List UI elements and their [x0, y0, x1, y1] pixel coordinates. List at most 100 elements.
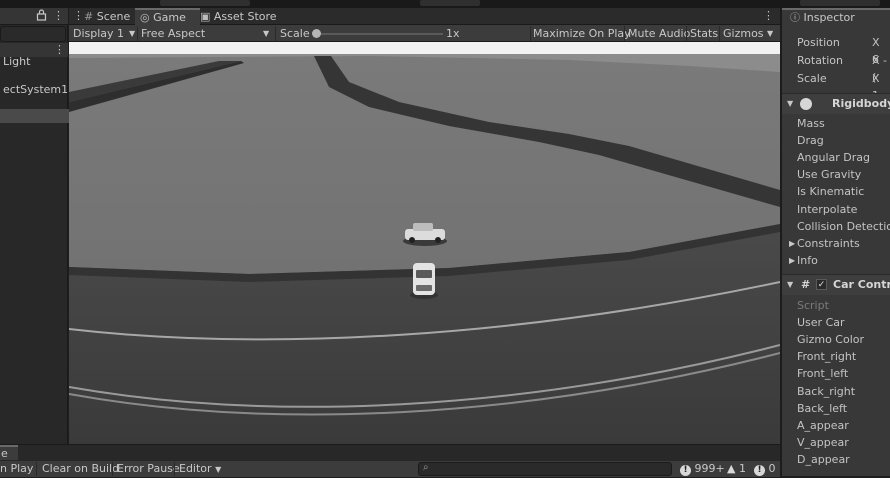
game-toolbar: Display 1 ▼ Free Aspect ▼ Scale 1x Maxim… — [69, 25, 780, 42]
car-control-prop: User Car — [797, 316, 845, 329]
view-tab-bar: ⋮ # Scene ◎ Game ▣ Asset Store ⋮ — [69, 8, 780, 27]
collapse-arrow-icon[interactable]: ▼ — [787, 275, 793, 295]
enabled-checkbox[interactable]: ✓ — [816, 279, 827, 290]
tab-inspector[interactable]: ⓘ Inspector — [782, 8, 890, 25]
component-title: Rigidbody — [832, 97, 890, 110]
tab-console[interactable]: e — [0, 445, 18, 460]
dropdown-arrow-icon[interactable]: ▼ — [767, 25, 773, 42]
toolbar-block — [160, 0, 250, 6]
transform-scale-label: Scale — [797, 72, 827, 85]
info-icon: ! — [680, 465, 691, 476]
rigidbody-prop: Mass — [797, 117, 825, 130]
editor-dropdown[interactable]: Editor ▼ — [179, 461, 221, 477]
bag-icon: ▣ — [200, 10, 211, 23]
console-search-input[interactable]: ⌕ — [418, 462, 672, 476]
toolbar-block — [800, 0, 880, 6]
car-control-prop: Gizmo Color — [797, 333, 865, 346]
collapse-arrow-icon[interactable]: ▼ — [787, 94, 793, 114]
rigidbody-prop: Drag — [797, 134, 824, 147]
search-icon: ⌕ — [423, 462, 429, 473]
tab-asset-store[interactable]: ▣ Asset Store — [195, 8, 284, 25]
hierarchy-item[interactable]: ectSystem1 — [0, 81, 71, 98]
rigidbody-prop: Interpolate — [797, 203, 858, 216]
car-control-prop: A_appear — [797, 419, 849, 432]
gizmos-toggle[interactable]: Gizmos — [723, 25, 764, 42]
dropdown-arrow-icon: ▼ — [263, 29, 270, 38]
rigidbody-prop: Is Kinematic — [797, 185, 865, 198]
toolbar-separator — [624, 26, 625, 41]
toolbar-separator — [530, 26, 531, 41]
display-value: Display 1 — [73, 27, 125, 40]
car-control-component-header[interactable]: ▼ # ✓ Car Control — [782, 274, 890, 295]
warning-icon: ▲ — [727, 462, 736, 475]
foldout-arrow-icon[interactable]: ▶ — [789, 252, 795, 269]
tab-label: Asset Store — [213, 10, 277, 23]
maximize-on-play-toggle[interactable]: Maximize On Play — [533, 25, 631, 42]
toolbar-separator — [174, 462, 175, 476]
component-title: Car Control — [833, 278, 890, 291]
console-toolbar: n Play Clear on Build Error Pause Editor… — [0, 461, 780, 477]
transform-position-value[interactable]: X 6 — [872, 34, 890, 66]
error-count-toggle[interactable]: ! 0 — [754, 461, 776, 477]
editor-label: Editor — [179, 462, 212, 475]
tab-label: Game — [153, 11, 186, 24]
car-player — [410, 263, 438, 299]
hierarchy-item[interactable]: Light — [0, 53, 71, 70]
hierarchy-item-selected[interactable] — [0, 109, 71, 123]
rigidbody-prop: Use Gravity — [797, 168, 862, 181]
rigidbody-prop: Angular Drag — [797, 151, 870, 164]
car-control-prop: Back_left — [797, 402, 848, 415]
hierarchy-item-label: ectSystem1 — [3, 83, 69, 96]
warning-count-toggle[interactable]: ▲ 1 — [727, 461, 746, 477]
tab-label: e — [1, 447, 8, 460]
hash-icon: # — [84, 10, 94, 23]
tab-label: Scene — [96, 10, 131, 23]
script-label: Script — [797, 299, 829, 312]
transform-rotation-value[interactable]: X -( — [872, 52, 890, 84]
inspector-panel: ⓘ Inspector Position X 6 Rotation X -( S… — [780, 8, 890, 476]
toolbar-separator — [275, 26, 276, 41]
hierarchy-item-label: Light — [3, 55, 31, 68]
transform-position-label: Position — [797, 36, 840, 49]
game-view-panel: ⋮ # Scene ◎ Game ▣ Asset Store ⋮ Display… — [69, 8, 780, 444]
tab-scene[interactable]: # Scene — [79, 8, 142, 25]
foldout-arrow-icon[interactable]: ▶ — [789, 235, 795, 252]
transform-scale-value[interactable]: X 1 — [872, 70, 890, 102]
lock-icon[interactable] — [36, 9, 47, 24]
dropdown-arrow-icon: ▼ — [129, 29, 136, 38]
clear-on-build-toggle[interactable]: Clear on Build — [42, 461, 119, 477]
clear-on-play-toggle[interactable]: n Play — [0, 461, 33, 477]
script-icon: # — [801, 278, 811, 291]
toolbar-separator — [112, 462, 113, 476]
kebab-menu-icon[interactable]: ⋮ — [763, 9, 774, 22]
game-viewport[interactable] — [69, 42, 780, 444]
toolbar-block — [420, 0, 480, 6]
rigidbody-prop[interactable]: Info — [797, 252, 818, 269]
car-control-prop: Back_right — [797, 385, 856, 398]
stats-toggle[interactable]: Stats — [690, 25, 718, 42]
gamepad-icon: ◎ — [140, 11, 150, 24]
dropdown-arrow-icon: ▼ — [215, 465, 222, 474]
rigidbody-prop[interactable]: Constraints — [797, 235, 860, 252]
error-icon: ! — [754, 465, 765, 476]
rigidbody-component-header[interactable]: ▼ Rigidbody — [782, 93, 890, 114]
scale-slider-handle[interactable] — [312, 29, 321, 38]
car-control-prop: V_appear — [797, 436, 849, 449]
aspect-dropdown[interactable]: Free Aspect ▼ — [141, 25, 274, 42]
warning-count: 1 — [738, 462, 746, 475]
scale-slider-track[interactable] — [315, 33, 443, 35]
hierarchy-search-input[interactable] — [0, 26, 66, 42]
error-count: 0 — [768, 462, 776, 475]
hierarchy-tab-bar: ⋮ — [0, 8, 68, 25]
mute-audio-toggle[interactable]: Mute Audio — [628, 25, 690, 42]
display-dropdown[interactable]: Display 1 ▼ — [73, 25, 135, 42]
console-panel: e n Play Clear on Build Error Pause Edit… — [0, 444, 780, 477]
car-control-prop: D_appear — [797, 453, 850, 466]
game-render — [69, 42, 780, 444]
info-icon: ⓘ — [790, 13, 800, 24]
toolbar-separator — [719, 26, 720, 41]
error-pause-toggle[interactable]: Error Pause — [117, 461, 180, 477]
log-count-toggle[interactable]: ! 999+ — [680, 461, 725, 477]
kebab-menu-icon[interactable]: ⋮ — [53, 9, 64, 22]
car-control-prop: Front_left — [797, 367, 849, 380]
